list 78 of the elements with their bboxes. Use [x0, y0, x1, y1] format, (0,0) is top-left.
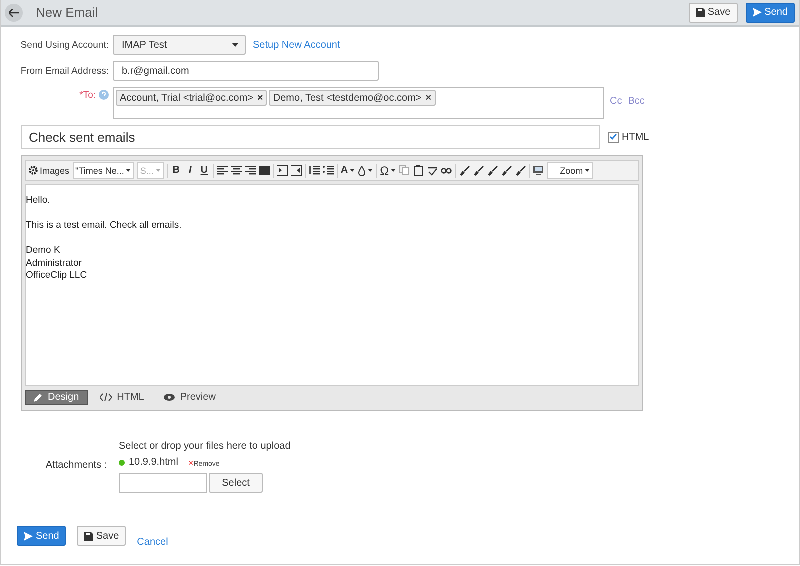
send-button[interactable]: Send — [746, 2, 795, 22]
body-text-line: This is a test email. Check all emails. — [26, 220, 183, 232]
field-label: From Email Address: — [20, 66, 110, 76]
paper-plane-icon — [752, 8, 762, 17]
editor-tab[interactable]: Design — [25, 390, 88, 404]
italic-button[interactable]: I — [184, 165, 196, 176]
message-body[interactable]: Hello. This is a test email. Check all emails. Demo K Administrator OfficeClip LLC — [25, 184, 639, 386]
caret-down-icon — [232, 43, 239, 47]
eye-icon — [164, 394, 176, 400]
subject-field[interactable]: Check sent emails — [21, 125, 600, 149]
setup-account-link[interactable]: Setup New Account — [253, 40, 340, 50]
body-text-line: Administrator — [26, 258, 83, 270]
spellcheck-icon[interactable] — [427, 165, 438, 176]
justify-icon[interactable] — [258, 165, 270, 176]
clipboard-icon[interactable] — [413, 165, 424, 176]
caret-down-icon — [368, 169, 374, 172]
zoom-dropdown[interactable]: Zoom — [547, 162, 594, 179]
outdent-icon[interactable] — [290, 165, 302, 176]
font-color-button[interactable]: A — [340, 165, 356, 176]
align-right-icon[interactable] — [244, 165, 256, 176]
save-button[interactable]: Save — [77, 526, 126, 546]
recipient-chip[interactable]: Demo, Test <testdemo@oc.com> × — [269, 90, 436, 106]
account-dropdown[interactable]: IMAP Test — [113, 35, 246, 55]
page-title: New Email — [36, 5, 100, 20]
pencil-icon — [34, 392, 43, 402]
numbered-list-icon[interactable] — [308, 165, 320, 176]
brush-icon[interactable] — [459, 165, 470, 176]
body-text-line: Hello. — [26, 195, 52, 208]
arrow-left-icon — [9, 8, 19, 16]
save-button[interactable]: Save — [688, 2, 738, 22]
caret-down-icon — [391, 169, 396, 172]
images-button[interactable]: Images — [29, 166, 70, 176]
highlight-color-button[interactable] — [358, 166, 374, 176]
brush-icon[interactable] — [515, 165, 526, 176]
caret-down-icon — [350, 169, 356, 172]
body-text-line: Demo K — [26, 245, 62, 258]
align-center-icon[interactable] — [230, 165, 242, 176]
link-icon[interactable] — [441, 165, 452, 176]
drop-icon — [358, 166, 366, 176]
brush-icon[interactable] — [473, 165, 484, 176]
field-label: *To: — [80, 90, 96, 101]
field-label: Send Using Account: — [20, 40, 110, 50]
field-label: Attachments : — [44, 460, 108, 473]
gear-icon — [29, 166, 38, 175]
caret-down-icon — [126, 169, 132, 172]
indent-icon[interactable] — [276, 165, 288, 176]
from-email-field[interactable]: b.r@gmail.com — [113, 61, 379, 81]
align-left-icon[interactable] — [216, 165, 228, 176]
caret-down-icon — [585, 169, 590, 172]
body-text-line: OfficeClip LLC — [26, 270, 88, 282]
select-button[interactable]: Select — [209, 473, 263, 493]
file-name: 10.9.9.html — [129, 457, 178, 468]
upload-hint: Select or drop your files here to upload — [119, 441, 291, 452]
paper-plane-icon — [24, 532, 33, 540]
back-button[interactable] — [5, 4, 23, 22]
caret-down-icon — [156, 169, 161, 172]
brush-icon[interactable] — [501, 165, 512, 176]
underline-button[interactable]: U — [198, 165, 210, 176]
editor-tab[interactable]: Preview — [156, 390, 224, 404]
font-dropdown[interactable]: "Times Ne... — [72, 162, 134, 179]
checkbox-label: HTML — [622, 132, 650, 142]
symbol-button[interactable]: Ω — [380, 164, 396, 178]
monitor-icon[interactable] — [533, 165, 544, 176]
file-input-field[interactable] — [119, 473, 207, 493]
bullet-list-icon[interactable] — [322, 165, 334, 176]
send-button[interactable]: Send — [17, 526, 66, 546]
editor-tab[interactable]: HTML — [92, 390, 152, 404]
recipient-chip[interactable]: Account, Trial <trial@oc.com> × — [116, 90, 268, 106]
code-icon — [100, 392, 112, 402]
brush-icon[interactable] — [487, 165, 498, 176]
cancel-link[interactable]: Cancel — [137, 537, 168, 548]
help-icon — [99, 90, 109, 100]
bold-button[interactable]: B — [170, 165, 182, 176]
html-checkbox[interactable] — [608, 132, 619, 142]
recipients-field[interactable]: Account, Trial <trial@oc.com> × Demo, Test <testdemo@oc.com> × — [113, 87, 604, 119]
remove-button[interactable]: × — [258, 92, 264, 104]
remove-button[interactable]: × — [426, 92, 432, 104]
check-icon — [610, 134, 617, 140]
